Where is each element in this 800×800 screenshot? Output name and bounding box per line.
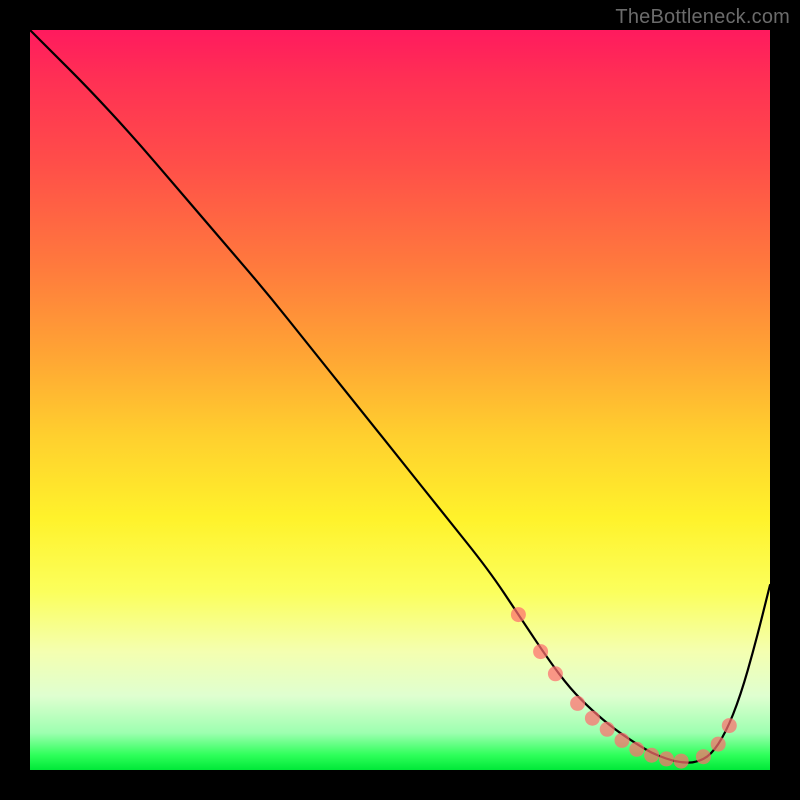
curve-marker bbox=[630, 742, 644, 756]
curve-marker bbox=[722, 719, 736, 733]
curve-svg bbox=[30, 30, 770, 770]
curve-markers bbox=[511, 608, 736, 769]
curve-marker bbox=[696, 750, 710, 764]
curve-marker bbox=[600, 722, 614, 736]
watermark-text: TheBottleneck.com bbox=[615, 6, 790, 29]
curve-marker bbox=[548, 667, 562, 681]
curve-marker bbox=[645, 748, 659, 762]
plot-area bbox=[30, 30, 770, 770]
curve-marker bbox=[615, 733, 629, 747]
chart-frame: TheBottleneck.com bbox=[0, 0, 800, 800]
curve-marker bbox=[534, 645, 548, 659]
curve-marker bbox=[571, 696, 585, 710]
curve-marker bbox=[711, 737, 725, 751]
curve-marker bbox=[674, 754, 688, 768]
curve-marker bbox=[511, 608, 525, 622]
curve-marker bbox=[659, 752, 673, 766]
bottleneck-curve bbox=[30, 30, 770, 763]
curve-marker bbox=[585, 711, 599, 725]
